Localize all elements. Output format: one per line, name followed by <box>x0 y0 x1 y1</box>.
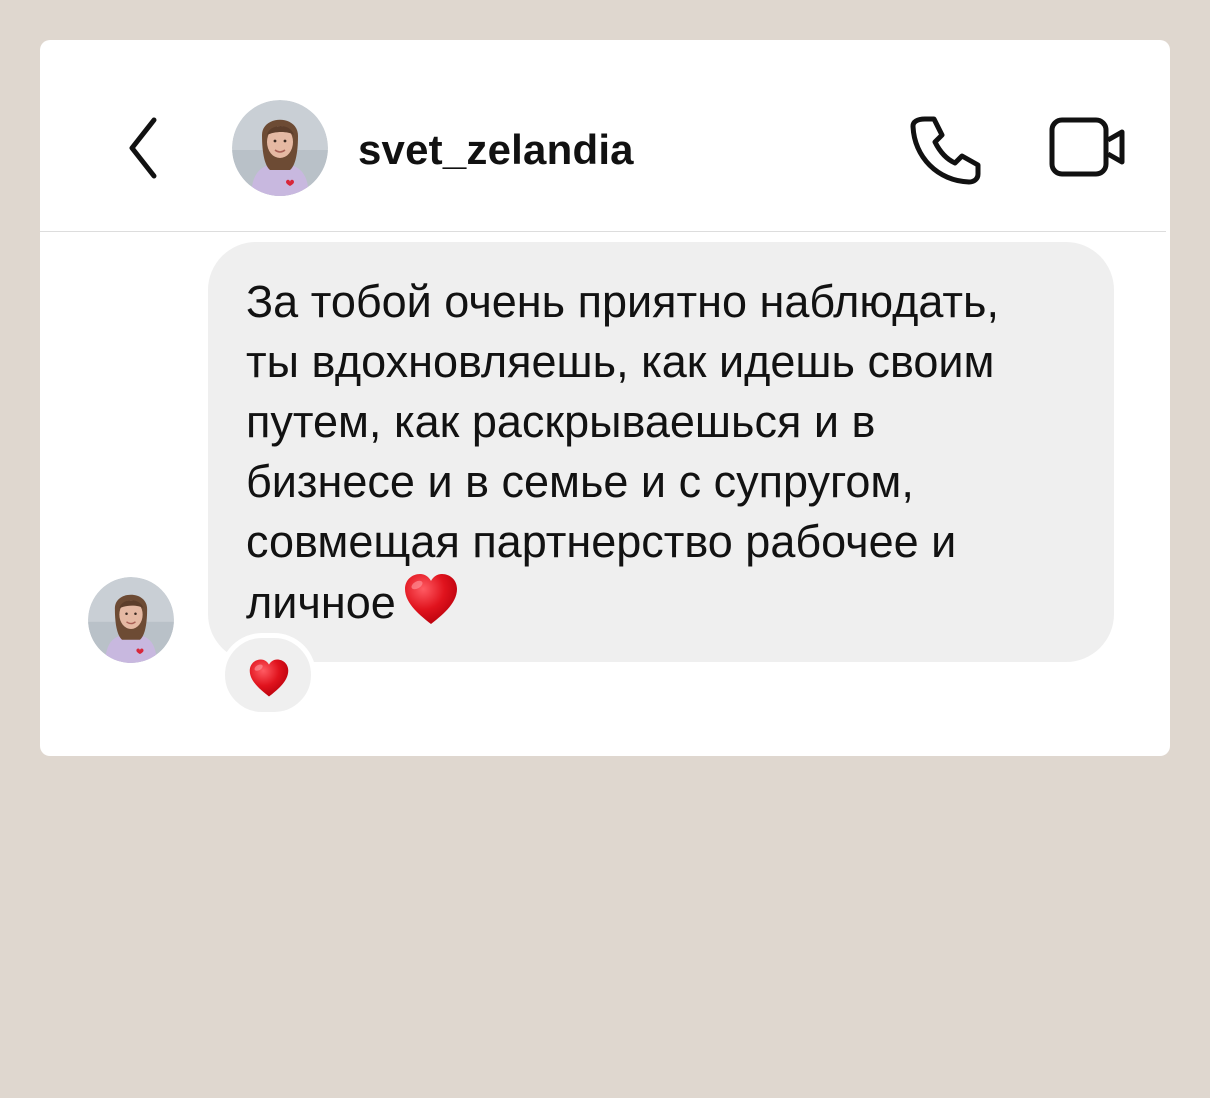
username[interactable]: svet_zelandia <box>358 126 634 174</box>
reaction-badge[interactable] <box>220 633 316 717</box>
red-heart-icon <box>249 659 289 697</box>
red-heart-icon <box>404 574 457 624</box>
chat-header: svet_zelandia <box>40 40 1170 232</box>
message-bubble[interactable]: За тобой очень приятно наблюдать, ты вдо… <box>208 242 1114 662</box>
message-text: За тобой очень приятно наблюдать, ты вдо… <box>246 272 1074 633</box>
profile-photo-avatar <box>88 577 174 663</box>
header-divider <box>40 231 1166 232</box>
chevron-left-icon <box>129 117 157 179</box>
back-button[interactable] <box>120 112 168 184</box>
message-body: За тобой очень приятно наблюдать, ты вдо… <box>246 276 999 628</box>
video-call-button[interactable] <box>1048 116 1128 180</box>
call-button[interactable] <box>906 112 982 188</box>
video-camera-icon <box>1049 117 1125 177</box>
profile-photo-avatar <box>232 100 328 196</box>
sender-avatar[interactable] <box>88 577 174 663</box>
phone-icon <box>910 116 981 185</box>
chat-card: svet_zelandia За тобой очень приятно наб… <box>40 40 1170 756</box>
avatar[interactable] <box>232 100 328 196</box>
